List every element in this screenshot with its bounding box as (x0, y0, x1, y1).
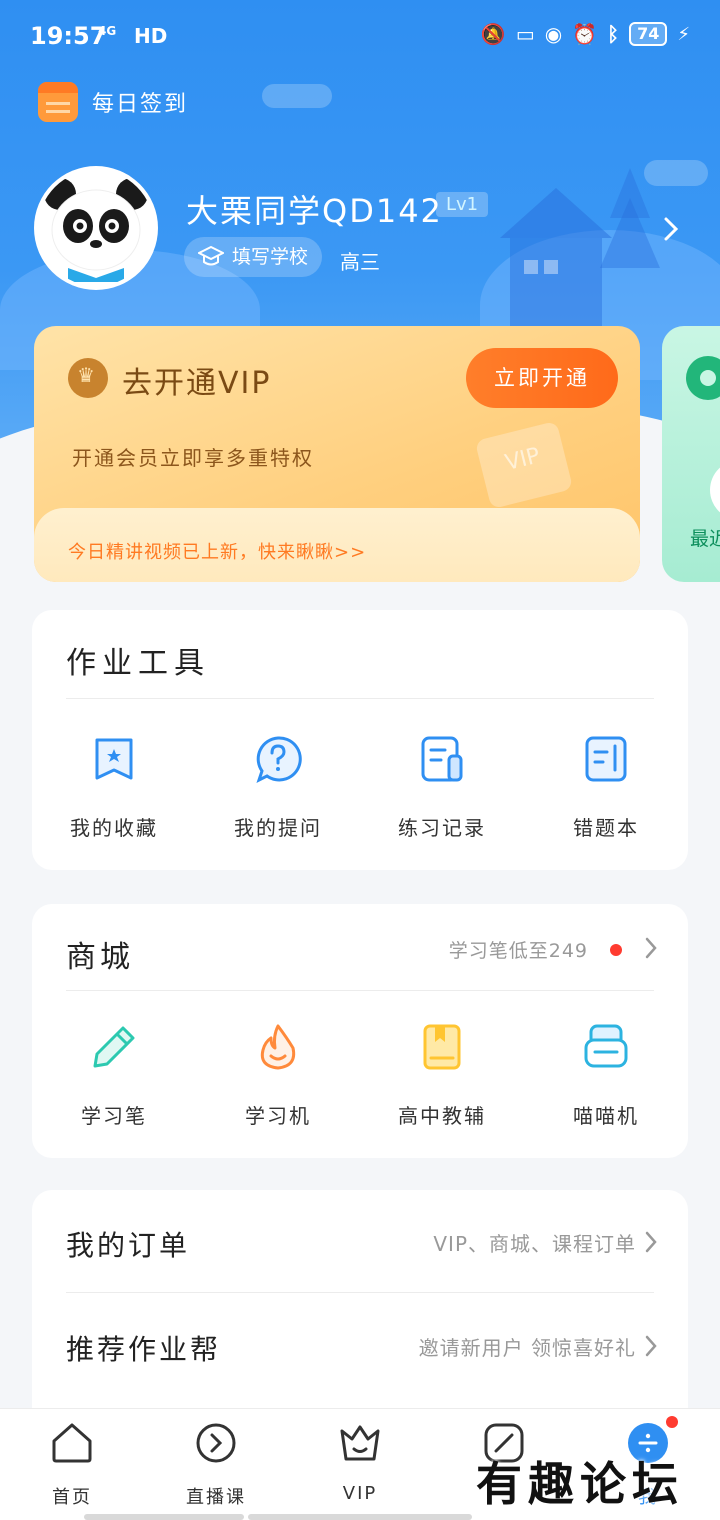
tool-label: 我的提问 (234, 816, 322, 840)
divider (66, 1292, 654, 1293)
divider (66, 698, 654, 699)
crown-icon (340, 1425, 380, 1461)
network-type: 4G (98, 24, 117, 38)
daily-checkin-button[interactable]: 每日签到 (38, 82, 188, 122)
calendar-icon (38, 82, 78, 122)
open-vip-button[interactable]: 立即开通 (466, 348, 618, 408)
bookmark-icon (95, 738, 133, 780)
question-bubble-icon (256, 736, 302, 783)
fill-school-button[interactable]: 填写学校 (184, 237, 323, 277)
mall-card: 商城 学习笔低至249 学习笔 学习机 高中教辅 喵喵机 (32, 904, 688, 1158)
vip-crown-icon (68, 358, 108, 398)
tool-my-questions[interactable]: 我的提问 (196, 734, 360, 841)
avatar[interactable] (34, 166, 158, 290)
book-icon (423, 1024, 461, 1070)
mistake-book-icon (585, 736, 627, 782)
cloud-decoration (262, 84, 332, 108)
vip-promo-link[interactable]: 今日精讲视频已上新，快来瞅瞅>> (68, 538, 366, 564)
recommend-note: 邀请新用户 领惊喜好礼 (418, 1336, 636, 1360)
status-bar: 19:57 4G HD 🔕 ▭ ◉ ⏰ ᛒ 74 ⚡ (0, 0, 720, 74)
mall-item-label: 学习机 (245, 1104, 311, 1128)
my-orders-title: 我的订单 (66, 1229, 191, 1262)
mall-item-label: 学习笔 (81, 1104, 147, 1128)
charging-icon: ⚡ (677, 23, 690, 45)
status-icons: 🔕 ▭ ◉ ⏰ ᛒ 74 ⚡ (481, 22, 690, 46)
tab-label: VIP (342, 1483, 378, 1504)
settings-list-card: 我的订单 VIP、商城、课程订单 推荐作业帮 邀请新用户 领惊喜好礼 (32, 1190, 688, 1430)
tool-favorites[interactable]: 我的收藏 (32, 734, 196, 841)
my-orders-note: VIP、商城、课程订单 (433, 1232, 636, 1256)
fill-school-label: 填写学校 (232, 246, 309, 268)
tool-label: 错题本 (573, 816, 639, 840)
vip-subtitle: 开通会员立即享多重特权 (72, 446, 314, 470)
notification-icon: ▭ (515, 22, 535, 46)
forum-watermark-logo: 有趣论坛 (476, 1457, 684, 1511)
lock-icon: ◉ (544, 22, 563, 46)
flame-icon (260, 1024, 296, 1070)
mall-title: 商城 (66, 940, 134, 975)
printer-icon (584, 1024, 628, 1068)
divider (66, 990, 654, 991)
side-promo-card[interactable]: 最近 (662, 326, 720, 582)
user-name[interactable]: 大栗同学QD142 (186, 186, 443, 232)
tab-live-class[interactable]: 直播课 (166, 1421, 266, 1509)
homework-tools-card: 作业工具 我的收藏 我的提问 练习记录 错题本 (32, 610, 688, 870)
notification-dot (610, 944, 622, 956)
mute-icon: 🔕 (480, 22, 506, 46)
homework-tools-title: 作业工具 (66, 646, 210, 681)
mall-item-pen[interactable]: 学习笔 (32, 1022, 196, 1129)
mall-item-label: 喵喵机 (573, 1104, 639, 1128)
tool-mistake-book[interactable]: 错题本 (524, 734, 688, 841)
play-icon (196, 1423, 236, 1463)
tab-label: 直播课 (186, 1487, 246, 1508)
mall-promo-note[interactable]: 学习笔低至249 (449, 936, 588, 963)
hd-indicator: HD (134, 24, 168, 48)
grade-label: 高三 (340, 250, 380, 274)
level-badge: Lv1 (436, 192, 489, 217)
mall-item-learning-machine[interactable]: 学习机 (196, 1022, 360, 1129)
mall-item-printer[interactable]: 喵喵机 (524, 1022, 688, 1129)
panda-avatar-icon (38, 170, 154, 286)
chevron-right-icon (645, 1231, 657, 1253)
side-card-text: 最近 (690, 528, 720, 550)
battery-level: 74 (629, 22, 668, 46)
chevron-right-icon[interactable] (660, 214, 682, 244)
chevron-right-icon[interactable] (644, 936, 658, 960)
chevron-right-icon (645, 1335, 657, 1357)
checkin-label: 每日签到 (92, 92, 189, 117)
status-time: 19:57 (30, 22, 107, 50)
mall-item-label: 高中教辅 (398, 1104, 486, 1128)
tab-vip[interactable]: VIP (310, 1421, 410, 1504)
tool-practice-records[interactable]: 练习记录 (360, 734, 524, 841)
tab-home[interactable]: 首页 (22, 1421, 122, 1509)
alarm-icon: ⏰ (572, 22, 598, 46)
recommend-title: 推荐作业帮 (66, 1333, 222, 1366)
tool-label: 我的收藏 (70, 816, 158, 840)
practice-record-icon (421, 736, 463, 782)
vip-watermark: VIP (474, 420, 574, 510)
homework-tools-grid: 我的收藏 我的提问 练习记录 错题本 (32, 734, 688, 841)
vip-title: 去开通VIP (122, 366, 272, 401)
circle-decoration (710, 460, 720, 520)
bluetooth-icon: ᛒ (607, 22, 620, 46)
mall-grid: 学习笔 学习机 高中教辅 喵喵机 (32, 1022, 688, 1129)
tab-label: 首页 (52, 1487, 92, 1508)
home-indicator (248, 1514, 472, 1520)
notification-dot (666, 1416, 678, 1428)
home-indicator (84, 1514, 244, 1520)
badge-icon (686, 356, 720, 400)
house-illustration (500, 168, 660, 328)
mall-item-textbooks[interactable]: 高中教辅 (360, 1022, 524, 1129)
vip-promo-card[interactable]: 去开通VIP 开通会员立即享多重特权 VIP 立即开通 今日精讲视频已上新，快来… (34, 326, 640, 582)
graduation-cap-icon (198, 245, 224, 266)
home-icon (52, 1423, 92, 1463)
pen-icon (93, 1026, 135, 1068)
tool-label: 练习记录 (398, 816, 486, 840)
